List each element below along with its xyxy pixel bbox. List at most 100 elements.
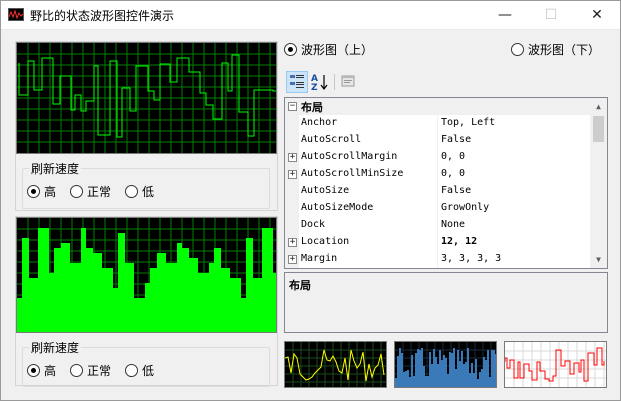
- mini-bar: [471, 363, 473, 387]
- property-category-row[interactable]: − 布局: [285, 98, 590, 115]
- column-separator: [437, 251, 438, 268]
- radio-label: 低: [142, 185, 155, 199]
- expand-icon[interactable]: +: [288, 255, 297, 264]
- lower-refresh-legend: 刷新速度: [29, 339, 82, 356]
- collapse-icon[interactable]: −: [288, 102, 297, 111]
- radio-unchecked-icon[interactable]: [70, 185, 84, 198]
- lower-waveform-scope: [16, 217, 277, 333]
- radio-checked-icon[interactable]: [27, 364, 40, 377]
- expand-icon[interactable]: +: [288, 170, 297, 179]
- close-button[interactable]: ✕: [574, 1, 620, 30]
- property-value[interactable]: 3, 3, 3, 3: [441, 253, 501, 264]
- mini-bar: [443, 355, 445, 387]
- categorized-view-button[interactable]: [286, 71, 308, 93]
- alphabetical-view-button[interactable]: A Z: [309, 71, 331, 93]
- mini-bar: [401, 353, 403, 387]
- help-title: 布局: [289, 279, 311, 292]
- property-row[interactable]: AutoScroll False: [285, 132, 590, 149]
- waveform-bar: [214, 248, 221, 332]
- mini-bar: [449, 352, 451, 387]
- mini-bar: [485, 360, 487, 387]
- radio-unchecked-icon[interactable]: [70, 364, 84, 377]
- waveform-bar: [177, 243, 182, 332]
- upper-refresh-low[interactable]: 低: [125, 183, 154, 200]
- select-upper-chart[interactable]: 波形图（上）: [284, 41, 373, 58]
- upper-refresh-high[interactable]: 高: [27, 183, 56, 200]
- mini-bar: [473, 373, 475, 387]
- waveform-bar: [29, 278, 38, 332]
- waveform-bar: [102, 268, 113, 332]
- property-row[interactable]: Anchor Top, Left: [285, 115, 590, 132]
- property-value[interactable]: Top, Left: [441, 117, 495, 128]
- property-value[interactable]: GrowOnly: [441, 202, 489, 213]
- property-name: Margin: [301, 253, 338, 264]
- property-row[interactable]: + Location 12, 12: [285, 234, 590, 251]
- radio-checked-icon[interactable]: [27, 185, 40, 198]
- property-pages-button[interactable]: [338, 71, 360, 93]
- lower-refresh-high[interactable]: 高: [27, 362, 56, 379]
- maximize-button[interactable]: ☐: [528, 1, 574, 30]
- property-value[interactable]: 12, 12: [441, 236, 477, 247]
- mini-bar: [429, 352, 431, 387]
- waveform-bar: [118, 233, 125, 332]
- window-title: 野比的状态波形图控件演示: [30, 9, 175, 23]
- upper-refresh-normal[interactable]: 正常: [70, 183, 111, 200]
- column-separator: [437, 183, 438, 200]
- property-row-gutter: [285, 132, 299, 149]
- mini-bar: [461, 351, 463, 387]
- mini-bar: [481, 369, 483, 387]
- property-value[interactable]: 0, 0: [441, 151, 465, 162]
- mini-bar: [475, 359, 477, 387]
- scroll-up-icon[interactable]: ▲: [590, 98, 607, 115]
- property-row[interactable]: AutoSizeMode GrowOnly: [285, 200, 590, 217]
- mini-bar: [477, 379, 479, 387]
- svg-text:Z: Z: [311, 83, 318, 93]
- property-value[interactable]: None: [441, 219, 465, 230]
- property-row[interactable]: Dock None: [285, 217, 590, 234]
- property-row[interactable]: + AutoScrollMargin 0, 0: [285, 149, 590, 166]
- expand-icon[interactable]: +: [288, 238, 297, 247]
- mini-bar: [479, 372, 481, 387]
- select-lower-chart[interactable]: 波形图（下）: [511, 41, 600, 58]
- property-grid-toolbar: A Z: [284, 71, 355, 95]
- property-grid-scrollbar[interactable]: ▲ ▼: [590, 98, 607, 268]
- toolbar-separator: [334, 74, 335, 90]
- minimize-button[interactable]: —: [482, 1, 528, 30]
- property-row-gutter: [285, 115, 299, 132]
- mini-bar: [395, 378, 397, 387]
- property-name: AutoScroll: [301, 134, 362, 145]
- mini-bar: [437, 364, 439, 387]
- property-value[interactable]: False: [441, 185, 471, 196]
- expand-icon[interactable]: +: [288, 153, 297, 162]
- scroll-down-icon[interactable]: ▼: [590, 251, 607, 268]
- mini-bar: [403, 372, 405, 387]
- waveform-bar: [49, 273, 54, 332]
- property-row[interactable]: + AutoScrollMinSize 0, 0: [285, 166, 590, 183]
- property-row[interactable]: + Margin 3, 3, 3, 3: [285, 251, 590, 268]
- lower-refresh-normal[interactable]: 正常: [70, 362, 111, 379]
- app-waveform-icon: [8, 8, 24, 21]
- title-bar[interactable]: 野比的状态波形图控件演示 — ☐ ✕: [1, 1, 620, 30]
- property-value[interactable]: 0, 0: [441, 168, 465, 179]
- property-name: AutoScrollMinSize: [301, 168, 404, 179]
- lower-refresh-low[interactable]: 低: [125, 362, 154, 379]
- waveform-bar: [113, 288, 118, 332]
- property-grid[interactable]: − 布局 Anchor Top, Left AutoScroll False + Auto…: [284, 97, 608, 269]
- radio-unchecked-icon[interactable]: [125, 364, 139, 377]
- lower-refresh-groupbox: 刷新速度 高 正常 低: [22, 339, 270, 387]
- mini-bar: [435, 357, 437, 387]
- radio-checked-icon[interactable]: [284, 43, 297, 56]
- waveform-bar: [81, 228, 86, 332]
- radio-label: 高: [44, 364, 57, 378]
- waveform-bar: [150, 268, 157, 332]
- mini-trace: [505, 347, 605, 382]
- scrollbar-thumb[interactable]: [593, 116, 604, 142]
- radio-unchecked-icon[interactable]: [125, 185, 139, 198]
- mini-bar: [419, 350, 421, 387]
- property-row[interactable]: AutoSize False: [285, 183, 590, 200]
- mini-bar: [483, 357, 485, 387]
- radio-unchecked-icon[interactable]: [511, 43, 524, 56]
- property-row-gutter: [285, 217, 299, 234]
- waveform-bar: [262, 228, 273, 332]
- property-value[interactable]: False: [441, 134, 471, 145]
